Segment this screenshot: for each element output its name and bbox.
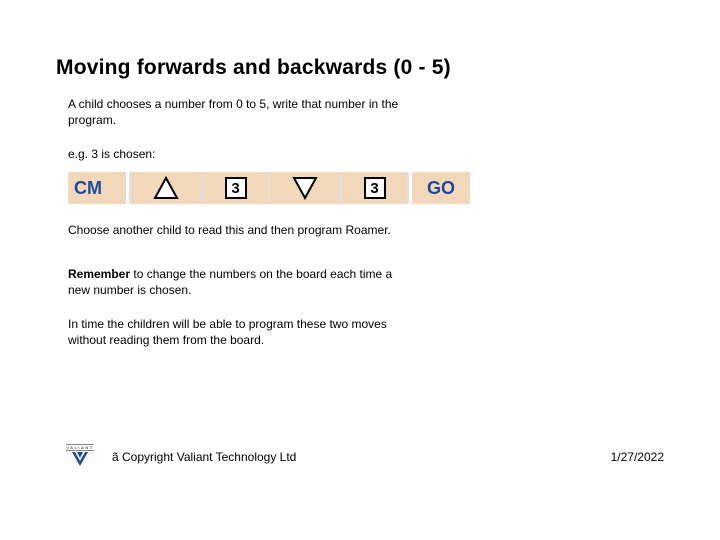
number-cell-2: 3 — [342, 172, 407, 204]
slide-title: Moving forwards and backwards (0 - 5) — [56, 56, 451, 80]
paragraph-intro: A child chooses a number from 0 to 5, wr… — [68, 96, 408, 128]
command-bar: CM 3 3 GO — [68, 172, 508, 204]
number-value: 3 — [364, 177, 386, 199]
backward-button — [270, 172, 340, 204]
forward-button — [131, 172, 201, 204]
go-button: GO — [412, 172, 470, 204]
logo-text: VALIANT — [66, 444, 94, 451]
valiant-logo: VALIANT — [66, 444, 94, 466]
arrow-up-icon — [153, 176, 179, 200]
remember-bold: Remember — [68, 267, 130, 281]
copyright-text: ã Copyright Valiant Technology Ltd — [112, 450, 296, 464]
paragraph-remember: Remember to change the numbers on the bo… — [68, 266, 408, 298]
arrow-down-icon — [292, 176, 318, 200]
paragraph-conclusion: In time the children will be able to pro… — [68, 316, 418, 348]
number-value: 3 — [225, 177, 247, 199]
paragraph-choose: Choose another child to read this and th… — [68, 222, 408, 238]
cm-button: CM — [68, 172, 126, 204]
footer-date: 1/27/2022 — [611, 450, 664, 464]
number-cell-1: 3 — [203, 172, 268, 204]
logo-triangle-icon — [72, 452, 88, 466]
paragraph-example-label: e.g. 3 is chosen: — [68, 146, 408, 162]
